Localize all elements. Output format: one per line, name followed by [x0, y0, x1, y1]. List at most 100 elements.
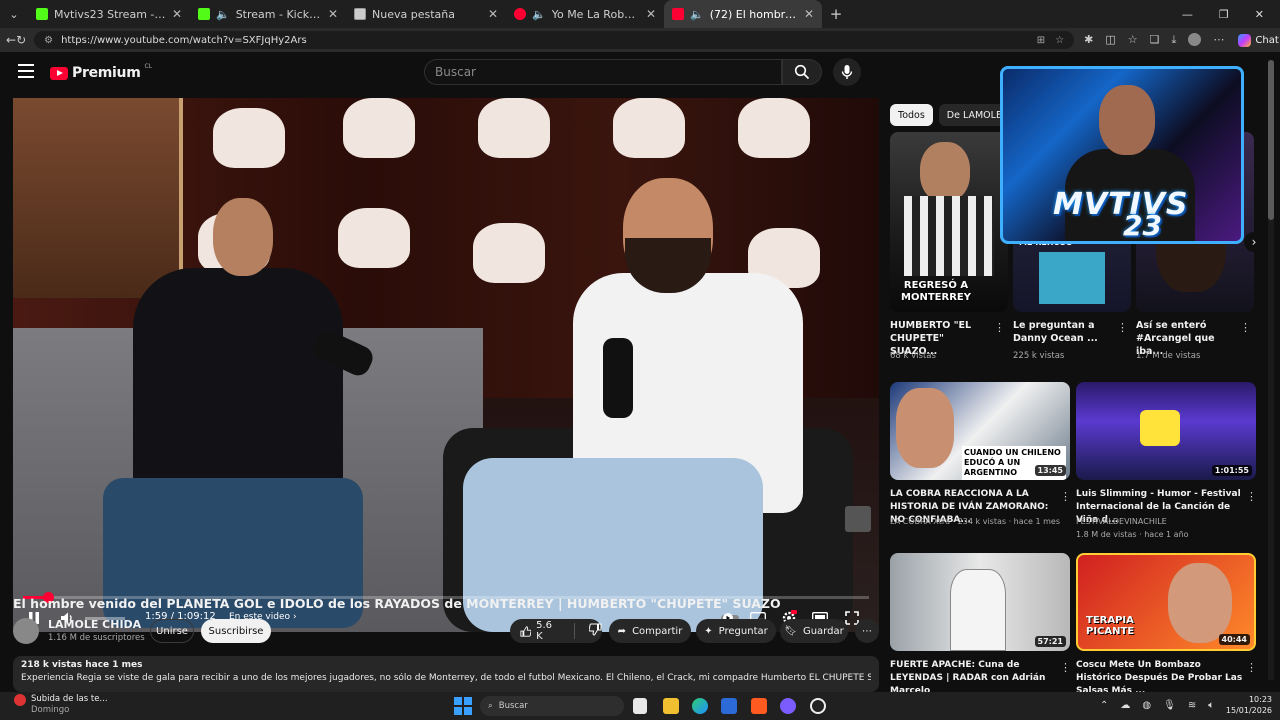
search-button[interactable]: [782, 59, 822, 85]
close-icon[interactable]: ✕: [646, 7, 656, 21]
favorites-icon[interactable]: ☆: [1128, 33, 1138, 47]
more-icon[interactable]: ⋯: [1213, 33, 1224, 47]
reload-icon[interactable]: ↻: [16, 33, 26, 47]
video-player[interactable]: 1:59 / 1:09:12 En este video ›: [13, 98, 879, 632]
task-view-icon[interactable]: [633, 698, 647, 714]
more-vert-icon[interactable]: ⋮: [1240, 321, 1251, 334]
shelf-video-title[interactable]: Le preguntan a Danny Ocean ...: [1013, 319, 1117, 345]
file-explorer-icon[interactable]: [663, 698, 679, 714]
close-window-icon[interactable]: ✕: [1255, 8, 1264, 21]
ask-button[interactable]: ✦ Preguntar: [696, 619, 776, 643]
thumbnail-person: [950, 569, 1006, 651]
profile-icon[interactable]: [1188, 33, 1202, 46]
system-clock[interactable]: 10:23 15/01/2026: [1226, 694, 1272, 716]
url-text: https://www.youtube.com/watch?v=SXFJqHy2…: [61, 34, 307, 46]
back-icon[interactable]: ←: [6, 33, 16, 47]
volume-icon[interactable]: 🔈︎: [1208, 700, 1214, 711]
star-icon[interactable]: ☆: [1055, 35, 1064, 46]
search-input[interactable]: Buscar: [424, 59, 782, 85]
logo-text: Premium: [72, 65, 141, 81]
wall-hat: [473, 223, 545, 283]
shelf-thumbnail[interactable]: REGRESÓ A MONTERREY: [890, 132, 1008, 312]
obs-icon[interactable]: [810, 698, 826, 714]
recommendation-thumbnail[interactable]: 1:01:55: [1076, 382, 1256, 480]
thumbnail-jersey: [904, 196, 994, 276]
channel-avatar[interactable]: [13, 618, 39, 644]
thumbnail-art: [1039, 252, 1105, 304]
recommendation-thumbnail[interactable]: CUANDO UN CHILENO EDUCÓ A UN ARGENTINO 1…: [890, 382, 1070, 480]
join-button[interactable]: Unirse: [150, 619, 194, 643]
tab-0[interactable]: Mvtivs23 Stream - Watch Live on K ✕: [28, 0, 190, 28]
site-info-icon[interactable]: ⚙: [44, 35, 53, 46]
tab-3[interactable]: 🔈 Yo Me La Robé - YouTube Mu ✕: [506, 0, 664, 28]
share-label: Compartir: [632, 625, 683, 637]
tab-list-button[interactable]: ⌄: [0, 0, 28, 28]
page-icon: [354, 8, 366, 20]
share-button[interactable]: ➦ Compartir: [609, 619, 691, 643]
close-icon[interactable]: ✕: [328, 7, 338, 21]
dislike-button[interactable]: [588, 623, 602, 639]
kick-favicon-icon: [36, 8, 48, 20]
close-icon[interactable]: ✕: [488, 7, 498, 21]
menu-icon[interactable]: [18, 64, 34, 78]
video-duration: 13:45: [1034, 465, 1066, 476]
copilot-button[interactable]: Chat: [1238, 33, 1279, 47]
ask-label: Preguntar: [718, 625, 768, 637]
wifi-icon[interactable]: ≋: [1188, 700, 1196, 711]
scrollbar-thumb[interactable]: [1268, 60, 1274, 220]
thumbnail-caption: REGRESÓ A MONTERREY: [901, 280, 971, 303]
more-vert-icon[interactable]: ⋮: [1246, 490, 1257, 503]
brave-icon[interactable]: [751, 698, 767, 714]
chevron-up-icon[interactable]: ⌃: [1100, 700, 1108, 711]
recommendation-thumbnail[interactable]: TERAPIA PICANTE 40:44: [1076, 553, 1256, 651]
youtube-premium-logo[interactable]: Premium CL: [50, 63, 152, 81]
youtube-favicon-icon: [672, 8, 684, 20]
chip-all[interactable]: Todos: [890, 104, 933, 126]
more-actions-button[interactable]: ⋯: [855, 619, 879, 643]
downloads-icon[interactable]: ⤓: [1172, 33, 1177, 47]
onedrive-icon[interactable]: ☁: [1120, 700, 1130, 711]
url-field[interactable]: ⚙ https://www.youtube.com/watch?v=SXFJqH…: [34, 31, 1075, 49]
tab-title: Mvtivs23 Stream - Watch Live on K: [54, 7, 166, 21]
tab-4-active[interactable]: 🔈 (72) El hombre venido del PL ✕: [664, 0, 822, 28]
close-icon[interactable]: ✕: [172, 7, 182, 21]
scrollbar[interactable]: [1268, 60, 1274, 680]
new-tab-button[interactable]: +: [822, 0, 850, 28]
tab-title: Yo Me La Robé - YouTube Mu: [551, 7, 640, 21]
tab-title: (72) El hombre venido del PL: [709, 7, 798, 21]
maximize-icon[interactable]: ❐: [1219, 8, 1229, 21]
store-icon[interactable]: [721, 698, 737, 714]
windows-taskbar: Subida de las te... Domingo ⌕ Buscar ⌃ ☁…: [0, 692, 1280, 720]
channel-name[interactable]: LAMOLE CHIDA: [48, 618, 141, 631]
tab-1[interactable]: 🔈 Stream - Kick Dashboard ✕: [190, 0, 346, 28]
taskbar-notification[interactable]: Subida de las te... Domingo: [14, 694, 108, 716]
edge-icon[interactable]: [692, 698, 708, 714]
podcast-microphone: [603, 338, 633, 418]
recommendation-thumbnail[interactable]: 57:21: [890, 553, 1070, 651]
more-vert-icon[interactable]: ⋮: [1060, 661, 1071, 674]
voice-search-button[interactable]: [833, 58, 861, 86]
like-count: 5.6 K: [536, 620, 553, 642]
like-button[interactable]: 5.6 K: [520, 620, 558, 642]
more-vert-icon[interactable]: ⋮: [994, 321, 1005, 334]
more-vert-icon[interactable]: ⋮: [1246, 661, 1257, 674]
split-icon[interactable]: ◫: [1105, 33, 1115, 47]
discord-icon[interactable]: [780, 698, 796, 714]
more-vert-icon[interactable]: ⋮: [1117, 321, 1128, 334]
description-box[interactable]: 218 k vistas hace 1 mes Experiencia Regi…: [13, 656, 879, 692]
more-vert-icon[interactable]: ⋮: [1060, 490, 1071, 503]
tab-2[interactable]: Nueva pestaña ✕: [346, 0, 506, 28]
extensions-icon[interactable]: ✱: [1084, 33, 1093, 47]
close-icon[interactable]: ✕: [804, 7, 814, 21]
install-app-icon[interactable]: ⊞: [1037, 35, 1045, 46]
save-button[interactable]: 🔖︎ Guardar: [780, 619, 848, 643]
subscribe-button[interactable]: Suscribirse: [201, 619, 271, 643]
minimize-icon[interactable]: —: [1182, 8, 1193, 21]
network-icon[interactable]: ◍: [1142, 700, 1151, 711]
collections-icon[interactable]: ❏: [1150, 33, 1160, 47]
shelf-next-button[interactable]: ›: [1244, 232, 1264, 252]
channel-watermark[interactable]: [845, 506, 871, 532]
taskbar-search[interactable]: ⌕ Buscar: [480, 696, 624, 716]
microphone-icon[interactable]: 🎙︎: [1163, 700, 1176, 711]
start-button[interactable]: [454, 697, 472, 715]
